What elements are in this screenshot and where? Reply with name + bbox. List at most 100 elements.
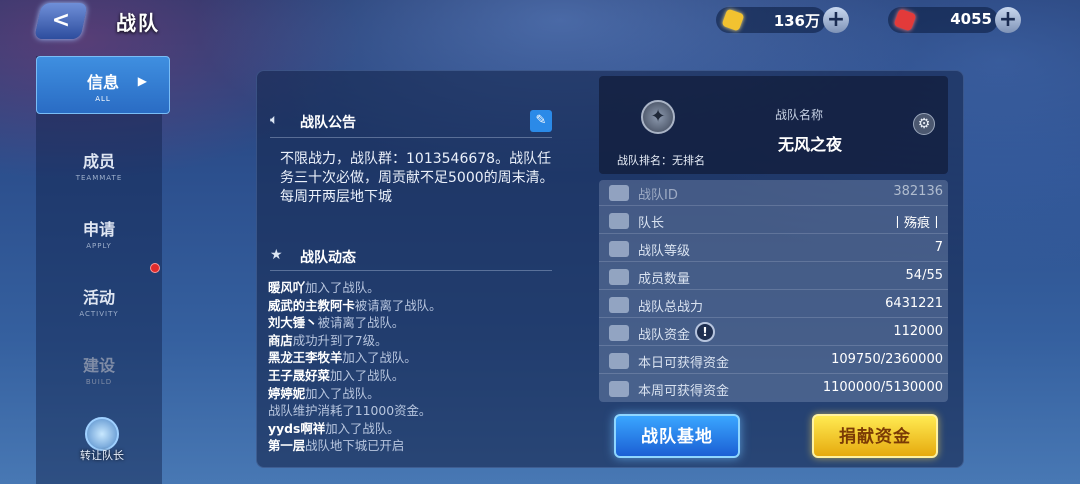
stat-label: 战队资金 — [638, 328, 691, 343]
tab-info-sublabel: ALL — [95, 95, 111, 103]
table-row: 战队等级 7 — [599, 236, 948, 262]
list-item: 战队维护消耗了11000资金。 — [268, 402, 558, 420]
tab-apply[interactable]: 申请 APPLY — [36, 204, 162, 262]
stat-value: 7 — [934, 240, 943, 255]
stat-value: 6431221 — [885, 296, 943, 311]
news-actor: 王子晟好菜 — [268, 367, 330, 383]
tab-build[interactable]: 建设 BUILD — [36, 340, 162, 398]
donate-funds-button[interactable]: 捐献资金 — [812, 414, 938, 458]
table-row: 本周可获得资金 1100000/5130000 — [599, 376, 948, 402]
news-action: 战队维护消耗了11000资金。 — [268, 403, 432, 419]
announcement-text: 不限战力，战队群：1013546678。战队任务三十次必做，周贡献不足5000的… — [280, 151, 554, 205]
tab-activity-sublabel: ACTIVITY — [79, 310, 119, 318]
stat-value: 112000 — [893, 324, 943, 339]
tab-build-label: 建设 — [82, 356, 115, 375]
news-actor: 刘大锤丶 — [268, 315, 318, 331]
list-item: 刘大锤丶被请离了战队。 — [268, 314, 558, 332]
tab-activity[interactable]: 活动 ACTIVITY — [36, 272, 162, 330]
news-action: 战队地下城已开启 — [305, 438, 405, 454]
coins-icon — [609, 325, 629, 341]
tab-info-label: 信息 — [86, 73, 119, 92]
red-gem-icon — [893, 8, 917, 32]
news-actor: 婷婷妮 — [268, 385, 306, 401]
power-icon — [609, 297, 629, 313]
stat-label: 成员数量 — [638, 272, 691, 287]
star-icon: ★ — [270, 247, 283, 263]
coins-icon — [609, 353, 629, 369]
list-item: 第一层战队地下城已开启 — [268, 437, 558, 455]
gem-currency-display: 4055 — [888, 7, 998, 33]
coins-icon — [609, 381, 629, 397]
funds-info-button[interactable]: ! — [695, 322, 715, 342]
news-actor: 威武的主教阿卡 — [268, 297, 355, 313]
edit-announcement-button[interactable]: ✎ — [530, 110, 552, 132]
news-list: 暖风吖加入了战队。 威武的主教阿卡被请离了战队。 刘大锤丶被请离了战队。 商店成… — [268, 279, 558, 455]
stat-value: 382136 — [893, 184, 943, 199]
tab-build-sublabel: BUILD — [85, 378, 113, 386]
table-row: 战队ID 382136 — [599, 180, 948, 206]
gem-amount: 4055 — [950, 10, 992, 28]
team-base-button[interactable]: 战队基地 — [614, 414, 740, 458]
stat-label: 战队ID — [638, 188, 678, 203]
captain-avatar-icon — [85, 417, 119, 451]
back-button[interactable]: < — [34, 3, 88, 39]
stat-label: 本周可获得资金 — [638, 384, 730, 399]
back-arrow-icon: < — [51, 8, 71, 33]
announcement-header: 🔈︎ 战队公告 — [270, 108, 552, 138]
transfer-captain-button[interactable]: 转让队长 — [70, 417, 134, 467]
gold-coin-icon — [721, 8, 745, 32]
team-name: 无风之夜 — [778, 135, 843, 154]
list-item: 暖风吖加入了战队。 — [268, 279, 558, 297]
news-header: ★ 战队动态 — [270, 243, 552, 271]
activity-notification-dot — [150, 263, 160, 273]
gear-icon: ⚙ — [917, 116, 931, 132]
stat-label: 战队等级 — [638, 244, 691, 259]
news-title: 战队动态 — [300, 250, 356, 266]
list-item: 黑龙王李牧羊加入了战队。 — [268, 349, 558, 367]
tab-members-sublabel: TEAMMATE — [75, 174, 123, 182]
transfer-captain-label: 转让队长 — [80, 449, 124, 462]
news-action: 成功升到了7级。 — [292, 332, 388, 348]
news-actor: 黑龙王李牧羊 — [268, 350, 343, 366]
news-action: 加入了战队。 — [325, 420, 400, 436]
stat-value: 54/55 — [905, 268, 943, 283]
speaker-icon: 🔈︎ — [270, 112, 279, 128]
team-stats-table: 战队ID 382136 队长 丨殇痕丨 战队等级 7 成员数量 54/55 战队总战力 6… — [599, 180, 948, 402]
news-action: 加入了战队。 — [342, 350, 417, 366]
team-settings-button[interactable]: ⚙ — [913, 113, 935, 135]
gold-amount: 136万 — [773, 12, 820, 30]
add-gold-button[interactable]: + — [823, 7, 849, 33]
news-actor: 暖风吖 — [268, 280, 306, 295]
news-action: 加入了战队。 — [329, 367, 405, 383]
announcement-title: 战队公告 — [300, 115, 356, 131]
news-action: 被请离了战队。 — [354, 297, 442, 313]
page-title: 战队 — [116, 11, 160, 35]
tab-info[interactable]: 信息 ALL ▶ — [36, 56, 170, 114]
captain-icon — [609, 213, 629, 229]
tab-activity-label: 活动 — [82, 288, 115, 307]
list-item: 婷婷妮加入了战队。 — [268, 385, 558, 403]
gold-currency-display: 136万 — [716, 7, 826, 33]
list-item: yyds啊祥加入了战队。 — [268, 420, 558, 438]
tab-apply-label: 申请 — [82, 220, 115, 239]
list-item: 商店成功升到了7级。 — [268, 332, 558, 350]
stat-value: 1100000/5130000 — [822, 380, 943, 395]
team-rank: 战队排名：无排名 — [617, 154, 705, 167]
tab-members-label: 成员 — [82, 152, 115, 171]
table-row: 成员数量 54/55 — [599, 264, 948, 290]
stat-label: 本日可获得资金 — [638, 356, 730, 371]
team-emblem-icon: ✦ — [641, 100, 675, 134]
pencil-icon: ✎ — [535, 113, 547, 128]
team-name-label: 战队名称 — [775, 108, 824, 122]
list-item: 王子晟好菜加入了战队。 — [268, 367, 558, 385]
news-action: 加入了战队。 — [305, 280, 380, 295]
level-icon — [609, 241, 629, 257]
add-gem-button[interactable]: + — [995, 7, 1021, 33]
table-row: 战队总战力 6431221 — [599, 292, 948, 318]
stat-label: 队长 — [638, 216, 665, 231]
stat-value: 丨殇痕丨 — [890, 216, 943, 231]
tab-members[interactable]: 成员 TEAMMATE — [36, 136, 162, 194]
table-row: 队长 丨殇痕丨 — [599, 208, 948, 234]
news-action: 被请离了战队。 — [317, 315, 405, 331]
table-row: 战队资金! 112000 — [599, 320, 948, 346]
